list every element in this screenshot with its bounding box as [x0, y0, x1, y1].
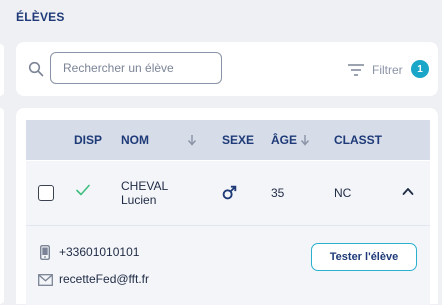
student-name: CHEVAL Lucien	[121, 179, 168, 207]
column-header-sexe[interactable]: SEXE	[222, 120, 254, 160]
student-first-name: Lucien	[121, 193, 157, 207]
student-classt: NC	[334, 186, 352, 200]
column-header-classt[interactable]: CLASST	[334, 120, 382, 160]
mail-icon	[38, 274, 53, 286]
test-student-button[interactable]: Tester l'élève	[311, 243, 417, 271]
student-phone: +33601010101	[59, 245, 140, 259]
student-email: recetteFed@fft.fr	[59, 272, 149, 286]
student-last-name: CHEVAL	[121, 179, 169, 193]
sort-arrow-icon[interactable]	[300, 134, 310, 146]
male-icon	[222, 185, 237, 200]
row-detail: +33601010101 recetteFed@fft.fr Tester l'…	[26, 225, 430, 305]
chevron-up-icon[interactable]	[402, 186, 414, 196]
table-header: DISP NOM SEXE ÂGE CLASST	[26, 120, 430, 160]
column-header-disp[interactable]: DISP	[74, 120, 102, 160]
sort-arrow-icon[interactable]	[187, 134, 197, 146]
row-checkbox[interactable]	[38, 185, 54, 201]
side-panel-edge	[0, 108, 4, 304]
students-table: DISP NOM SEXE ÂGE CLASST CHEVAL Lucien 3…	[16, 108, 438, 305]
filter-icon	[348, 64, 364, 76]
phone-icon	[40, 245, 50, 260]
filter-button[interactable]: Filtrer 1	[348, 60, 432, 80]
student-age: 35	[271, 186, 285, 200]
page-title: ÉLÈVES	[16, 10, 65, 24]
search-icon	[28, 61, 44, 77]
filter-label: Filtrer	[372, 63, 403, 77]
search-input[interactable]	[50, 52, 222, 84]
filter-count-badge: 1	[411, 60, 429, 78]
side-panel-edge	[0, 44, 4, 96]
table-row[interactable]: CHEVAL Lucien 35 NC	[26, 161, 430, 225]
column-header-age[interactable]: ÂGE	[271, 120, 297, 160]
column-header-nom[interactable]: NOM	[121, 120, 149, 160]
search-bar: Filtrer 1	[16, 42, 438, 96]
check-icon	[76, 184, 90, 196]
